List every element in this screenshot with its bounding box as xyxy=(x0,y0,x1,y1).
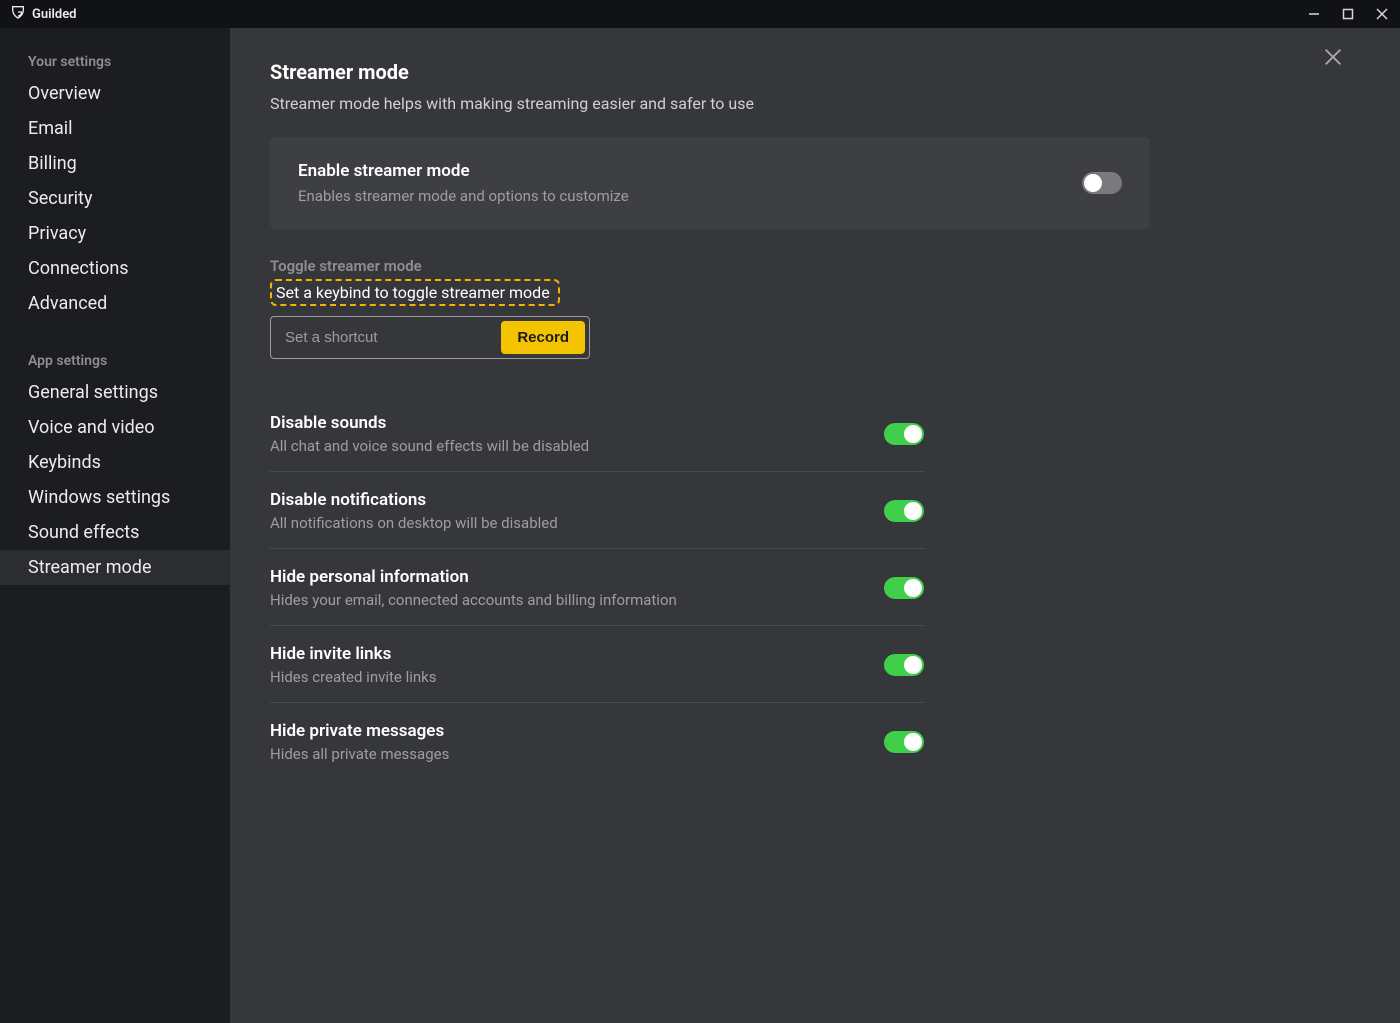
app-logo-icon xyxy=(10,4,26,24)
setting-toggle-hide-personal-information[interactable] xyxy=(884,577,924,599)
setting-title: Hide private messages xyxy=(270,721,449,741)
app-name: Guilded xyxy=(32,7,77,22)
sidebar-item-overview[interactable]: Overview xyxy=(0,76,230,111)
enable-streamer-mode-card: Enable streamer mode Enables streamer mo… xyxy=(270,137,1150,229)
titlebar: Guilded xyxy=(0,0,1400,28)
setting-title: Disable sounds xyxy=(270,413,589,433)
sidebar-item-advanced[interactable]: Advanced xyxy=(0,286,230,321)
sidebar-item-windows-settings[interactable]: Windows settings xyxy=(0,480,230,515)
sidebar-item-general-settings[interactable]: General settings xyxy=(0,375,230,410)
keybind-shortcut-input[interactable] xyxy=(275,321,501,354)
keybind-shortcut-field: Record xyxy=(270,316,590,359)
setting-toggle-hide-invite-links[interactable] xyxy=(884,654,924,676)
setting-desc: Hides all private messages xyxy=(270,745,449,763)
setting-desc: All notifications on desktop will be dis… xyxy=(270,514,558,532)
setting-row-hide-personal-information: Hide personal information Hides your emai… xyxy=(270,549,924,625)
window-maximize-icon[interactable] xyxy=(1340,6,1356,22)
sidebar-item-voice-and-video[interactable]: Voice and video xyxy=(0,410,230,445)
sidebar-item-email[interactable]: Email xyxy=(0,111,230,146)
keybind-field-label: Toggle streamer mode xyxy=(270,257,1150,275)
setting-title: Disable notifications xyxy=(270,490,558,510)
streamer-settings-list: Disable sounds All chat and voice sound e… xyxy=(270,395,924,779)
setting-row-disable-notifications: Disable notifications All notifications o… xyxy=(270,472,924,548)
window-minimize-icon[interactable] xyxy=(1306,6,1322,22)
sidebar-item-security[interactable]: Security xyxy=(0,181,230,216)
sidebar-section-title: Your settings xyxy=(0,44,230,76)
setting-row-disable-sounds: Disable sounds All chat and voice sound e… xyxy=(270,395,924,471)
setting-desc: Hides created invite links xyxy=(270,668,437,686)
sidebar-item-connections[interactable]: Connections xyxy=(0,251,230,286)
setting-desc: Hides your email, connected accounts and… xyxy=(270,591,677,609)
setting-desc: All chat and voice sound effects will be… xyxy=(270,437,589,455)
sidebar-section-title: App settings xyxy=(0,343,230,375)
setting-toggle-disable-notifications[interactable] xyxy=(884,500,924,522)
keybind-hint-highlight: Set a keybind to toggle streamer mode xyxy=(270,279,560,306)
window-close-icon[interactable] xyxy=(1374,6,1390,22)
settings-main: Streamer mode Streamer mode helps with m… xyxy=(230,28,1400,1023)
sidebar-item-billing[interactable]: Billing xyxy=(0,146,230,181)
setting-row-hide-invite-links: Hide invite links Hides created invite li… xyxy=(270,626,924,702)
setting-title: Hide invite links xyxy=(270,644,437,664)
page-title: Streamer mode xyxy=(270,60,1150,84)
setting-row-hide-private-messages: Hide private messages Hides all private m… xyxy=(270,703,924,779)
sidebar-item-sound-effects[interactable]: Sound effects xyxy=(0,515,230,550)
close-icon[interactable] xyxy=(1322,46,1344,72)
sidebar-item-streamer-mode[interactable]: Streamer mode xyxy=(0,550,230,585)
enable-streamer-mode-desc: Enables streamer mode and options to cus… xyxy=(298,187,629,205)
sidebar-item-keybinds[interactable]: Keybinds xyxy=(0,445,230,480)
setting-toggle-hide-private-messages[interactable] xyxy=(884,731,924,753)
enable-streamer-mode-toggle[interactable] xyxy=(1082,172,1122,194)
enable-streamer-mode-title: Enable streamer mode xyxy=(298,161,629,181)
page-subtitle: Streamer mode helps with making streamin… xyxy=(270,94,1150,113)
setting-toggle-disable-sounds[interactable] xyxy=(884,423,924,445)
settings-sidebar: Your settingsOverviewEmailBillingSecurit… xyxy=(0,28,230,1023)
setting-title: Hide personal information xyxy=(270,567,677,587)
sidebar-item-privacy[interactable]: Privacy xyxy=(0,216,230,251)
keybind-record-button[interactable]: Record xyxy=(501,321,585,354)
